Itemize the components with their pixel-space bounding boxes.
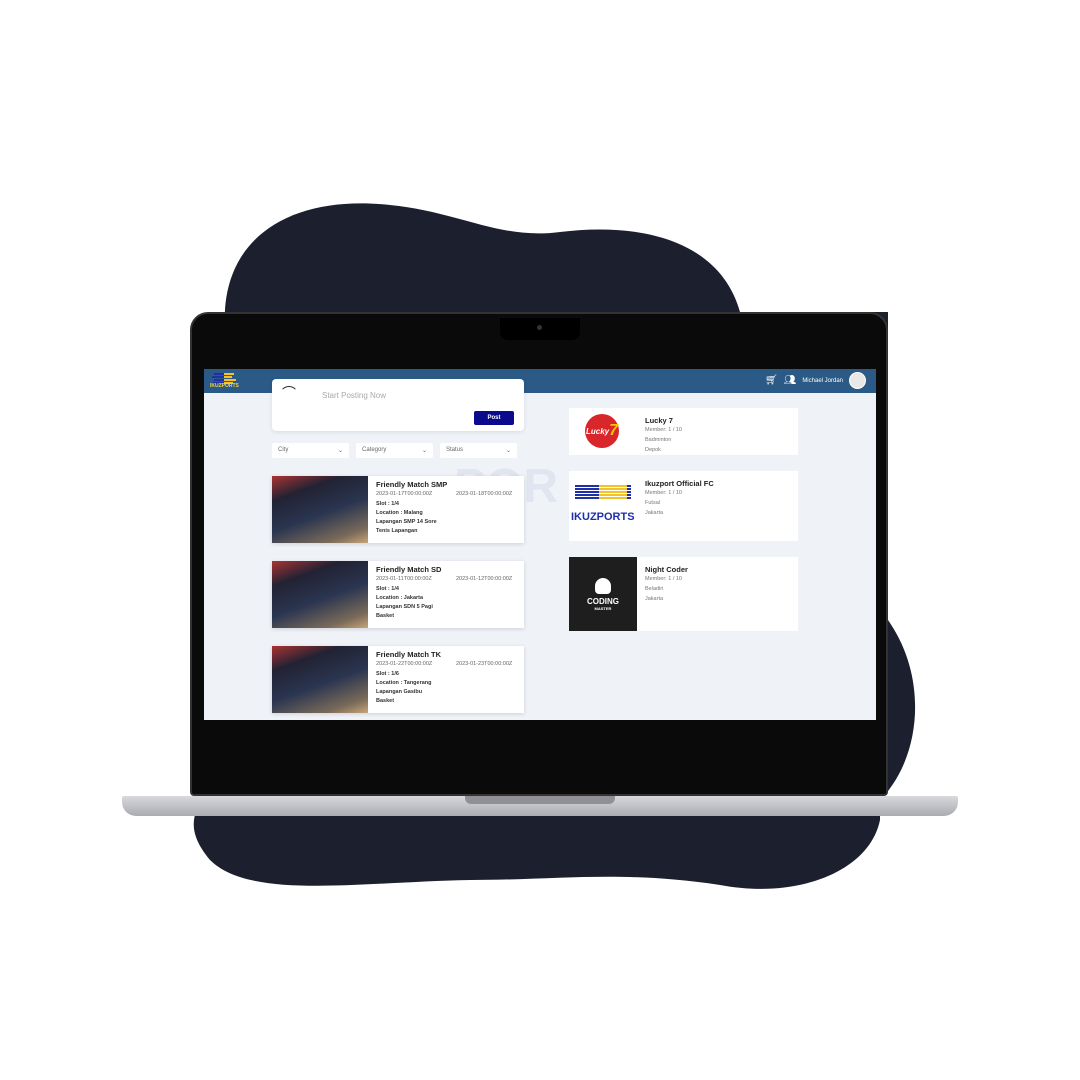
city-filter[interactable]: City ⌄ — [272, 443, 349, 458]
match-title: Friendly Match TK — [376, 650, 442, 659]
camera-icon — [537, 325, 542, 330]
match-image — [272, 476, 368, 543]
category-filter[interactable]: Category ⌄ — [356, 443, 433, 458]
club-member: Member: 1 / 10 — [645, 490, 682, 496]
club-city: Jakarta — [645, 596, 664, 602]
match-slot: Slot : 1/4 — [376, 501, 399, 507]
post-button[interactable]: Post — [474, 411, 514, 425]
club-sport: Futsal — [645, 500, 660, 506]
post-input[interactable]: Start Posting Now — [322, 391, 386, 400]
club-city: Depok — [645, 447, 661, 453]
club-card[interactable]: IKUZPORTS Ikuzport Official FC Member: 1… — [569, 471, 798, 541]
match-end: 2023-01-23T00:00:00Z — [456, 661, 513, 667]
match-card[interactable]: Friendly Match TK 2023-01-22T00:00:00Z 2… — [272, 646, 524, 713]
match-sport: Basket — [376, 698, 395, 704]
match-sport: Tenis Lapangan — [376, 528, 418, 534]
chevron-down-icon: ⌄ — [505, 448, 511, 454]
match-location: Location : Jakarta — [376, 595, 424, 601]
club-member: Member: 1 / 10 — [645, 576, 682, 582]
cart-icon[interactable]: 🛒︎ — [765, 375, 778, 386]
club-logo: CODING MASTER — [569, 557, 637, 631]
chevron-down-icon: ⌄ — [337, 448, 343, 454]
match-location: Location : Tangerang — [376, 680, 432, 686]
logo-text: IKUZPORTS — [210, 383, 239, 389]
match-end: 2023-01-18T00:00:00Z — [456, 491, 513, 497]
post-composer: ⌒ Start Posting Now Post — [272, 379, 524, 431]
match-sport: Basket — [376, 613, 395, 619]
match-card[interactable]: Friendly Match SMP 2023-01-17T00:00:00Z … — [272, 476, 524, 543]
app-screen: POR IKUZPORTS 🛒︎ 👥︎ Michael Jordan ⌒ Sta… — [204, 369, 876, 720]
user-icon: ⌒ — [282, 385, 296, 401]
match-location: Location : Malang — [376, 510, 423, 516]
club-card[interactable]: CODING MASTER Night Coder Member: 1 / 10 … — [569, 557, 798, 631]
match-start: 2023-01-22T00:00:00Z — [376, 661, 433, 667]
avatar[interactable] — [849, 372, 866, 389]
match-title: Friendly Match SD — [376, 565, 442, 574]
match-slot: Slot : 1/4 — [376, 586, 399, 592]
club-sport: Beladiri — [645, 586, 664, 592]
club-card[interactable]: Lucky 7 Lucky 7 Member: 1 / 10 Badminton … — [569, 408, 798, 455]
laptop-groove — [465, 796, 615, 804]
club-city: Jakarta — [645, 510, 664, 516]
club-member: Member: 1 / 10 — [645, 427, 682, 433]
match-venue: Lapangan SDN 5 Pagi — [376, 604, 433, 610]
status-filter[interactable]: Status ⌄ — [440, 443, 517, 458]
user-name[interactable]: Michael Jordan — [802, 378, 843, 384]
match-card[interactable]: Friendly Match SD 2023-01-11T00:00:00Z 2… — [272, 561, 524, 628]
match-start: 2023-01-17T00:00:00Z — [376, 491, 433, 497]
users-icon[interactable]: 👥︎ — [784, 375, 797, 386]
club-name: Ikuzport Official FC — [645, 479, 714, 488]
club-logo: Lucky 7 — [569, 408, 637, 455]
match-image — [272, 646, 368, 713]
match-start: 2023-01-11T00:00:00Z — [376, 576, 432, 582]
match-end: 2023-01-12T00:00:00Z — [456, 576, 513, 582]
club-name: Night Coder — [645, 565, 688, 574]
match-venue: Lapangan Gasibu — [376, 689, 423, 695]
club-logo: IKUZPORTS — [569, 471, 637, 541]
chevron-down-icon: ⌄ — [421, 448, 427, 454]
club-sport: Badminton — [645, 437, 672, 443]
club-name: Lucky 7 — [645, 416, 673, 425]
match-venue: Lapangan SMP 14 Sore — [376, 519, 437, 525]
match-title: Friendly Match SMP — [376, 480, 448, 489]
match-slot: Slot : 1/6 — [376, 671, 399, 677]
match-image — [272, 561, 368, 628]
